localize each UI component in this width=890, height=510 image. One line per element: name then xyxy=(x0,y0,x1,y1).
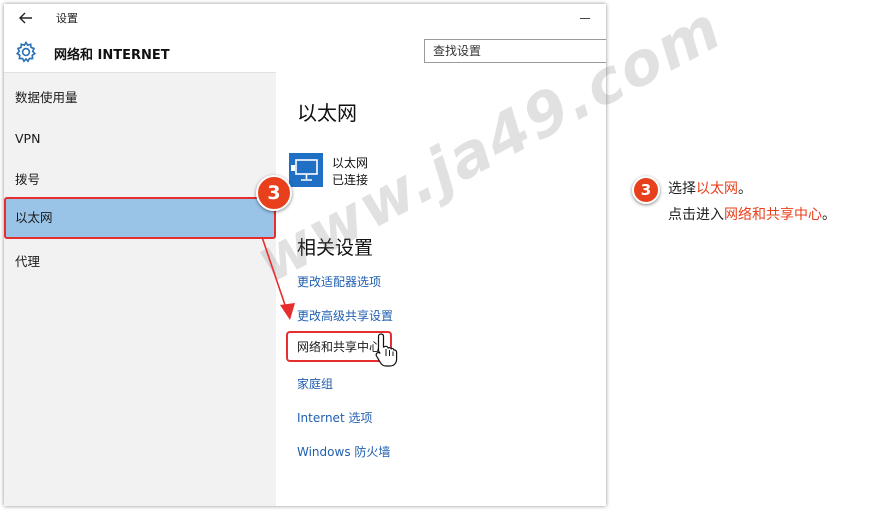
sidebar: 数据使用量 VPN 拨号 以太网 代理 xyxy=(4,72,276,506)
title-bar: 设置 xyxy=(4,4,606,32)
callout-line2-prefix: 点击进入 xyxy=(668,207,724,223)
step-badge: 3 xyxy=(256,175,292,211)
link-change-adapter-options[interactable]: 更改适配器选项 xyxy=(297,273,381,290)
window-title: 设置 xyxy=(56,12,78,25)
hand-pointer-icon xyxy=(375,333,398,367)
gear-icon xyxy=(15,40,37,63)
section-header: 网络和 INTERNET xyxy=(4,32,606,72)
sidebar-item-data-usage[interactable]: 数据使用量 xyxy=(4,77,276,119)
link-homegroup[interactable]: 家庭组 xyxy=(297,375,333,392)
search-input[interactable] xyxy=(424,39,606,63)
minimize-button[interactable] xyxy=(576,8,594,26)
back-arrow-icon[interactable] xyxy=(18,10,34,26)
connection-name[interactable]: 以太网 xyxy=(332,154,368,171)
callout-line1-suffix: 。 xyxy=(738,181,752,197)
link-advanced-sharing-settings[interactable]: 更改高级共享设置 xyxy=(297,307,393,324)
sidebar-item-ethernet[interactable]: 以太网 xyxy=(4,197,276,239)
sidebar-item-vpn[interactable]: VPN xyxy=(4,118,276,160)
link-internet-options[interactable]: Internet 选项 xyxy=(297,409,372,426)
section-title: 网络和 INTERNET xyxy=(54,48,170,63)
callout-line1-prefix: 选择 xyxy=(668,181,696,197)
main-content: 以太网 以太网 已连接 相关设置 更改适配器选项 更改高级共享设置 网络和共享中… xyxy=(276,72,606,506)
callout-line-2: 点击进入网络和共享中心。 xyxy=(668,202,836,228)
sidebar-item-proxy[interactable]: 代理 xyxy=(4,241,276,283)
settings-window: 设置 网络和 INTERNET 数据使用量 VPN 拨号 以太网 代理 以太网 … xyxy=(4,4,606,506)
callout-line2-highlight: 网络和共享中心 xyxy=(724,207,822,223)
callout-line1-highlight: 以太网 xyxy=(696,181,738,197)
connection-status: 已连接 xyxy=(332,173,369,187)
related-settings-heading: 相关设置 xyxy=(297,237,374,259)
callout-step-badge: 3 xyxy=(632,176,660,204)
sidebar-item-dialup[interactable]: 拨号 xyxy=(4,159,276,201)
page-title: 以太网 xyxy=(297,101,357,125)
callout-line2-suffix: 。 xyxy=(822,207,836,223)
link-windows-firewall[interactable]: Windows 防火墙 xyxy=(297,443,390,460)
ethernet-monitor-icon[interactable] xyxy=(289,153,323,187)
callout-line-1: 选择以太网。 xyxy=(668,176,752,202)
